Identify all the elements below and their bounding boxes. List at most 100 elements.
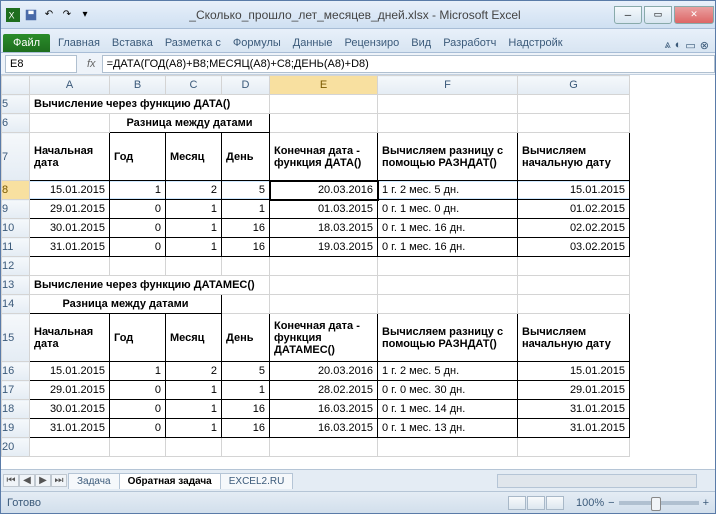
row-header[interactable]: 6 xyxy=(2,114,30,133)
cell[interactable]: 29.01.2015 xyxy=(30,200,110,219)
cell[interactable]: 16 xyxy=(222,219,270,238)
row-header[interactable]: 11 xyxy=(2,238,30,257)
cell[interactable] xyxy=(222,257,270,276)
zoom-slider[interactable] xyxy=(619,501,699,505)
row-header[interactable]: 14 xyxy=(2,295,30,314)
cell[interactable]: 1 xyxy=(110,181,166,200)
window-restore-icon[interactable]: ▭ xyxy=(685,39,695,52)
zoom-out-button[interactable]: − xyxy=(608,497,614,509)
cell[interactable] xyxy=(270,95,378,114)
tab-insert[interactable]: Вставка xyxy=(106,34,159,52)
col-header[interactable]: E xyxy=(270,76,378,95)
hscrollbar[interactable] xyxy=(497,474,697,488)
fx-icon[interactable]: fx xyxy=(81,58,102,70)
cell[interactable]: Вычисляем начальную дату xyxy=(518,133,630,181)
tab-developer[interactable]: Разработч xyxy=(437,34,502,52)
name-box[interactable] xyxy=(5,55,77,73)
cell[interactable] xyxy=(518,114,630,133)
sheet-tab-0[interactable]: Задача xyxy=(68,473,120,489)
cell[interactable]: Начальная дата xyxy=(30,133,110,181)
spreadsheet-grid[interactable]: ABCDEFG5Вычисление через функцию ДАТА()6… xyxy=(1,75,715,469)
close-button[interactable]: ✕ xyxy=(674,6,714,24)
cell[interactable] xyxy=(166,257,222,276)
cell[interactable]: 1 xyxy=(166,419,222,438)
cell[interactable]: 16 xyxy=(222,419,270,438)
cell[interactable]: 16 xyxy=(222,400,270,419)
cell[interactable]: 28.02.2015 xyxy=(270,381,378,400)
cell[interactable] xyxy=(378,276,518,295)
cell[interactable] xyxy=(270,114,378,133)
row-header[interactable]: 17 xyxy=(2,381,30,400)
cell[interactable]: 2 xyxy=(166,362,222,381)
cell[interactable]: День xyxy=(222,133,270,181)
cell[interactable]: Год xyxy=(110,314,166,362)
cell[interactable]: 0 xyxy=(110,381,166,400)
cell[interactable] xyxy=(378,114,518,133)
cell[interactable] xyxy=(270,295,378,314)
cell[interactable] xyxy=(270,276,378,295)
cell[interactable]: 0 г. 1 мес. 0 дн. xyxy=(378,200,518,219)
cell[interactable]: 1 xyxy=(166,219,222,238)
tab-formulas[interactable]: Формулы xyxy=(227,34,287,52)
cell[interactable]: 19.03.2015 xyxy=(270,238,378,257)
cell[interactable] xyxy=(30,438,110,457)
cell[interactable]: 1 г. 2 мес. 5 дн. xyxy=(378,362,518,381)
cell[interactable]: 15.01.2015 xyxy=(30,362,110,381)
cell[interactable]: Месяц xyxy=(166,314,222,362)
tab-layout[interactable]: Разметка с xyxy=(159,34,227,52)
view-break-icon[interactable] xyxy=(546,496,564,510)
cell[interactable]: 02.02.2015 xyxy=(518,219,630,238)
cell[interactable]: 1 xyxy=(222,381,270,400)
redo-icon[interactable]: ↷ xyxy=(59,7,75,23)
row-header[interactable]: 20 xyxy=(2,438,30,457)
cell[interactable]: 0 xyxy=(110,400,166,419)
row-header[interactable]: 12 xyxy=(2,257,30,276)
row-header[interactable]: 9 xyxy=(2,200,30,219)
cell[interactable]: 15.01.2015 xyxy=(30,181,110,200)
save-icon[interactable] xyxy=(23,7,39,23)
cell[interactable] xyxy=(378,438,518,457)
cell[interactable]: 16.03.2015 xyxy=(270,400,378,419)
cell[interactable]: Конечная дата - функция ДАТА() xyxy=(270,133,378,181)
tab-review[interactable]: Рецензиро xyxy=(339,34,406,52)
cell[interactable]: Год xyxy=(110,133,166,181)
cell[interactable] xyxy=(166,438,222,457)
sheet-tab-1[interactable]: Обратная задача xyxy=(119,473,221,489)
cell[interactable] xyxy=(378,95,518,114)
tab-home[interactable]: Главная xyxy=(52,34,106,52)
cell[interactable]: 31.01.2015 xyxy=(518,419,630,438)
cell[interactable]: 2 xyxy=(166,181,222,200)
cell[interactable]: 30.01.2015 xyxy=(30,219,110,238)
cell[interactable]: 1 xyxy=(222,200,270,219)
cell[interactable]: Вычисление через функцию ДАТАМЕС() xyxy=(30,276,270,295)
cell[interactable] xyxy=(270,438,378,457)
cell[interactable]: 15.01.2015 xyxy=(518,362,630,381)
cell[interactable]: 1 г. 2 мес. 5 дн. xyxy=(378,181,518,200)
row-header[interactable]: 18 xyxy=(2,400,30,419)
cell[interactable] xyxy=(518,276,630,295)
cell[interactable] xyxy=(270,257,378,276)
cell[interactable]: 20.03.2016 xyxy=(270,362,378,381)
cell[interactable]: 31.01.2015 xyxy=(30,238,110,257)
qat-more-icon[interactable]: ▾ xyxy=(77,7,93,23)
col-header[interactable]: G xyxy=(518,76,630,95)
cell[interactable] xyxy=(110,438,166,457)
cell[interactable]: Месяц xyxy=(166,133,222,181)
cell[interactable]: 1 xyxy=(166,400,222,419)
cell[interactable] xyxy=(110,257,166,276)
cell[interactable]: 0 г. 1 мес. 16 дн. xyxy=(378,238,518,257)
cell[interactable]: 29.01.2015 xyxy=(518,381,630,400)
cell[interactable]: День xyxy=(222,314,270,362)
zoom-in-button[interactable]: + xyxy=(703,497,709,509)
cell[interactable]: 1 xyxy=(166,381,222,400)
undo-icon[interactable]: ↶ xyxy=(41,7,57,23)
cell[interactable] xyxy=(518,438,630,457)
maximize-button[interactable]: ▭ xyxy=(644,6,672,24)
tab-addins[interactable]: Надстройк xyxy=(502,34,568,52)
cell[interactable]: 0 г. 0 мес. 30 дн. xyxy=(378,381,518,400)
cell[interactable]: Вычисление через функцию ДАТА() xyxy=(30,95,270,114)
cell[interactable]: 1 xyxy=(166,238,222,257)
cell[interactable] xyxy=(378,295,518,314)
window-close-icon[interactable]: ⊗ xyxy=(700,39,709,52)
col-header[interactable]: A xyxy=(30,76,110,95)
